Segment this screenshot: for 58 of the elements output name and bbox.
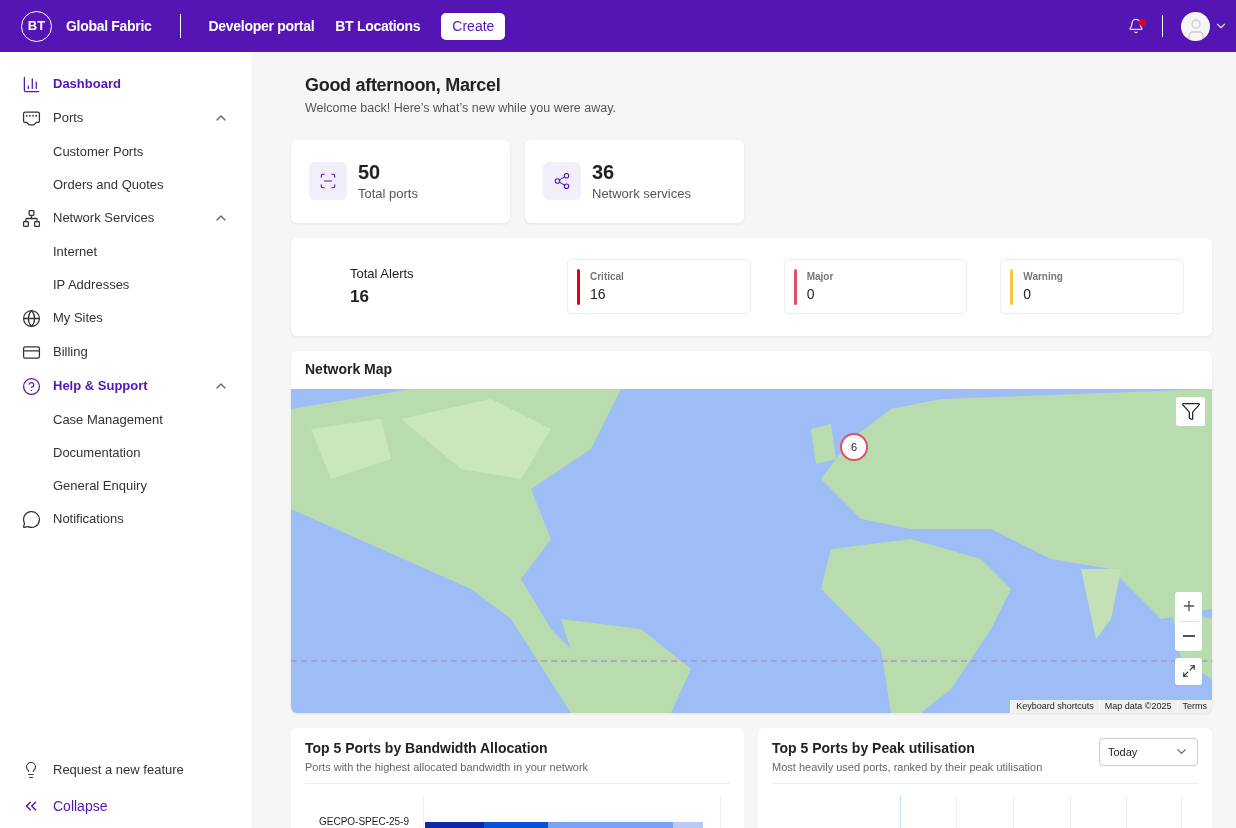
sidebar-subitem[interactable]: Internet [53,241,98,262]
map-attribution: Map data ©2025 [1098,699,1177,713]
stat-label: Total ports [358,184,418,203]
sidebar-item[interactable]: Billing [53,342,88,362]
card-title: Top 5 Ports by Bandwidth Allocation [305,738,549,758]
create-button[interactable]: Create [441,12,506,40]
alert-level-card[interactable]: Critical 16 [567,259,751,315]
sidebar-subitem[interactable]: Orders and Quotes [53,174,164,195]
map-attribution[interactable]: Keyboard shortcuts [1010,699,1099,713]
sidebar-item[interactable]: My Sites [53,308,103,328]
sidebar-item[interactable]: Network Services [53,208,155,228]
chart-icon [22,74,41,94]
greeting-title: Good afternoon, Marcel [305,74,502,97]
sidebar-item[interactable]: Ports [53,108,84,128]
port-label: GECPO-SPEC-25-9 [318,816,410,828]
stat-value: 50 [358,159,382,184]
alert-level-card[interactable]: Warning 0 [1000,259,1184,315]
alert-level-value: 0 [1023,284,1033,304]
filter-button[interactable] [1176,396,1205,426]
filter-icon [1180,401,1201,422]
alert-level-value: 16 [590,284,607,304]
period-dropdown[interactable]: Today [1099,737,1198,766]
alert-level-card[interactable]: Major 0 [783,259,968,315]
sidebar-item[interactable]: Dashboard [53,74,121,94]
sidebar-item[interactable]: Notifications [53,509,124,529]
card-subtitle: Ports with the highest allocated bandwidth in your network [305,759,590,775]
feature-request-link[interactable]: Request a new feature [53,760,184,780]
alert-level-label: Warning [1023,269,1063,284]
nav-link[interactable]: BT Locations [335,15,421,37]
alert-level-value: 0 [806,284,816,304]
alerts-label: Total Alerts [350,265,415,284]
stat-value: 36 [592,159,616,184]
avatar[interactable] [1181,11,1210,41]
alert-level-label: Critical [590,269,624,284]
card-subtitle: Most heavily used ports, ranked by their peak utilisation [772,759,1043,775]
sidebar-subitem[interactable]: Case Management [53,409,163,430]
map-attribution[interactable]: Terms [1176,699,1212,713]
help-icon [22,376,41,396]
stat-label: Network services [592,184,691,203]
sidebar-subitem[interactable]: General Enquiry [53,475,147,496]
sidebar-item[interactable]: Help & Support [53,376,148,396]
greeting-subtitle: Welcome back! Here’s what’s new while you were away. [305,100,618,117]
minus-icon [1182,635,1195,638]
chat-icon [22,509,41,529]
sidebar-subitem[interactable]: Documentation [53,442,141,463]
sidebar-subitem[interactable]: Customer Ports [53,141,144,162]
fullscreen-icon [1181,664,1196,679]
globe-icon [22,308,41,328]
nav-link[interactable]: Developer portal [208,15,315,37]
card-title: Network Map [305,360,393,380]
alerts-total: 16 [350,285,370,308]
collapse-button[interactable]: Collapse [53,795,108,817]
product-name: Global Fabric [66,16,152,36]
card-title: Top 5 Ports by Peak utilisation [772,738,976,758]
fullscreen-button[interactable] [1175,657,1202,685]
alert-level-label: Major [806,269,834,284]
sidebar-subitem[interactable]: IP Addresses [53,274,130,295]
bell-icon[interactable] [1128,18,1144,34]
